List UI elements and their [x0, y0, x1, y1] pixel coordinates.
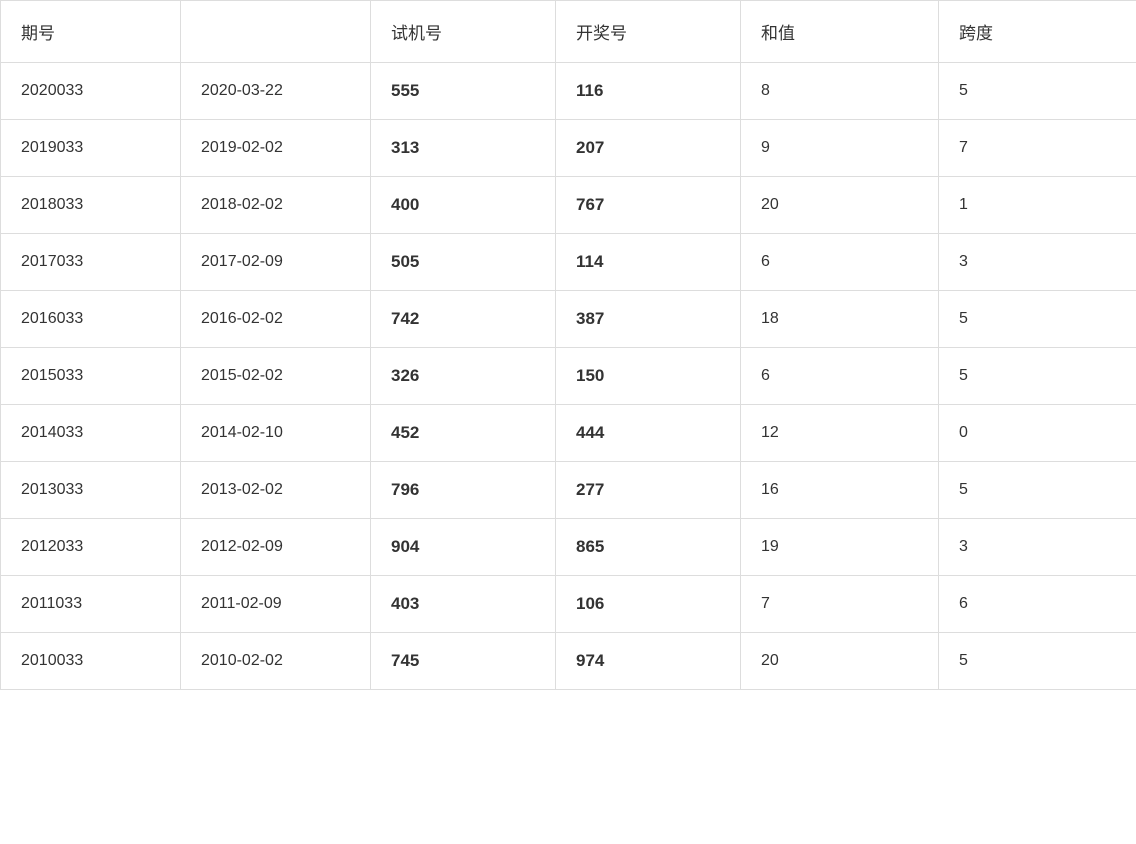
cell-hezhi: 16: [741, 462, 939, 519]
lottery-table: 期号 试机号 开奖号 和值 跨度 20200332020-03-22555116…: [0, 0, 1136, 690]
header-hezhi: 和值: [741, 1, 939, 63]
table-row: 20170332017-02-0950511463: [1, 234, 1136, 291]
cell-hezhi: 19: [741, 519, 939, 576]
cell-kaijian: 865: [556, 519, 741, 576]
cell-hezhi: 12: [741, 405, 939, 462]
table-row: 20190332019-02-0231320797: [1, 120, 1136, 177]
cell-kaijian: 444: [556, 405, 741, 462]
cell-hezhi: 20: [741, 633, 939, 690]
cell-date: 2019-02-02: [181, 120, 371, 177]
table-row: 20150332015-02-0232615065: [1, 348, 1136, 405]
cell-kaijian: 150: [556, 348, 741, 405]
cell-kaijian: 277: [556, 462, 741, 519]
cell-date: 2015-02-02: [181, 348, 371, 405]
cell-shiji: 742: [371, 291, 556, 348]
cell-qihao: 2010033: [1, 633, 181, 690]
cell-shiji: 555: [371, 63, 556, 120]
cell-shiji: 452: [371, 405, 556, 462]
cell-kuadu: 5: [939, 633, 1136, 690]
cell-kaijian: 114: [556, 234, 741, 291]
cell-kaijian: 974: [556, 633, 741, 690]
cell-kuadu: 5: [939, 63, 1136, 120]
header-row: 期号 试机号 开奖号 和值 跨度: [1, 1, 1136, 63]
cell-shiji: 403: [371, 576, 556, 633]
cell-qihao: 2015033: [1, 348, 181, 405]
cell-kaijian: 106: [556, 576, 741, 633]
header-qihao: 期号: [1, 1, 181, 63]
cell-qihao: 2011033: [1, 576, 181, 633]
cell-kuadu: 5: [939, 462, 1136, 519]
cell-date: 2017-02-09: [181, 234, 371, 291]
cell-qihao: 2019033: [1, 120, 181, 177]
cell-kuadu: 5: [939, 291, 1136, 348]
header-shiji: 试机号: [371, 1, 556, 63]
cell-date: 2011-02-09: [181, 576, 371, 633]
cell-shiji: 796: [371, 462, 556, 519]
cell-date: 2018-02-02: [181, 177, 371, 234]
table-row: 20130332013-02-02796277165: [1, 462, 1136, 519]
cell-kuadu: 5: [939, 348, 1136, 405]
cell-hezhi: 8: [741, 63, 939, 120]
cell-hezhi: 20: [741, 177, 939, 234]
cell-hezhi: 6: [741, 234, 939, 291]
table-row: 20140332014-02-10452444120: [1, 405, 1136, 462]
cell-kaijian: 767: [556, 177, 741, 234]
cell-qihao: 2016033: [1, 291, 181, 348]
cell-kuadu: 7: [939, 120, 1136, 177]
cell-kuadu: 3: [939, 519, 1136, 576]
cell-qihao: 2020033: [1, 63, 181, 120]
cell-hezhi: 6: [741, 348, 939, 405]
cell-kuadu: 6: [939, 576, 1136, 633]
table-row: 20180332018-02-02400767201: [1, 177, 1136, 234]
cell-kaijian: 207: [556, 120, 741, 177]
cell-date: 2010-02-02: [181, 633, 371, 690]
table-row: 20100332010-02-02745974205: [1, 633, 1136, 690]
cell-date: 2013-02-02: [181, 462, 371, 519]
header-kuadu: 跨度: [939, 1, 1136, 63]
cell-date: 2016-02-02: [181, 291, 371, 348]
table-row: 20110332011-02-0940310676: [1, 576, 1136, 633]
cell-kaijian: 116: [556, 63, 741, 120]
table-row: 20160332016-02-02742387185: [1, 291, 1136, 348]
cell-kuadu: 3: [939, 234, 1136, 291]
cell-kaijian: 387: [556, 291, 741, 348]
main-container: 期号 试机号 开奖号 和值 跨度 20200332020-03-22555116…: [0, 0, 1136, 844]
cell-date: 2014-02-10: [181, 405, 371, 462]
cell-qihao: 2017033: [1, 234, 181, 291]
cell-qihao: 2012033: [1, 519, 181, 576]
cell-shiji: 326: [371, 348, 556, 405]
cell-qihao: 2013033: [1, 462, 181, 519]
table-row: 20120332012-02-09904865193: [1, 519, 1136, 576]
cell-date: 2012-02-09: [181, 519, 371, 576]
cell-hezhi: 9: [741, 120, 939, 177]
cell-kuadu: 0: [939, 405, 1136, 462]
cell-hezhi: 18: [741, 291, 939, 348]
cell-date: 2020-03-22: [181, 63, 371, 120]
cell-shiji: 313: [371, 120, 556, 177]
cell-shiji: 505: [371, 234, 556, 291]
cell-qihao: 2014033: [1, 405, 181, 462]
cell-shiji: 904: [371, 519, 556, 576]
header-kaijian: 开奖号: [556, 1, 741, 63]
cell-shiji: 745: [371, 633, 556, 690]
header-date: [181, 1, 371, 63]
cell-kuadu: 1: [939, 177, 1136, 234]
cell-hezhi: 7: [741, 576, 939, 633]
cell-shiji: 400: [371, 177, 556, 234]
table-row: 20200332020-03-2255511685: [1, 63, 1136, 120]
cell-qihao: 2018033: [1, 177, 181, 234]
